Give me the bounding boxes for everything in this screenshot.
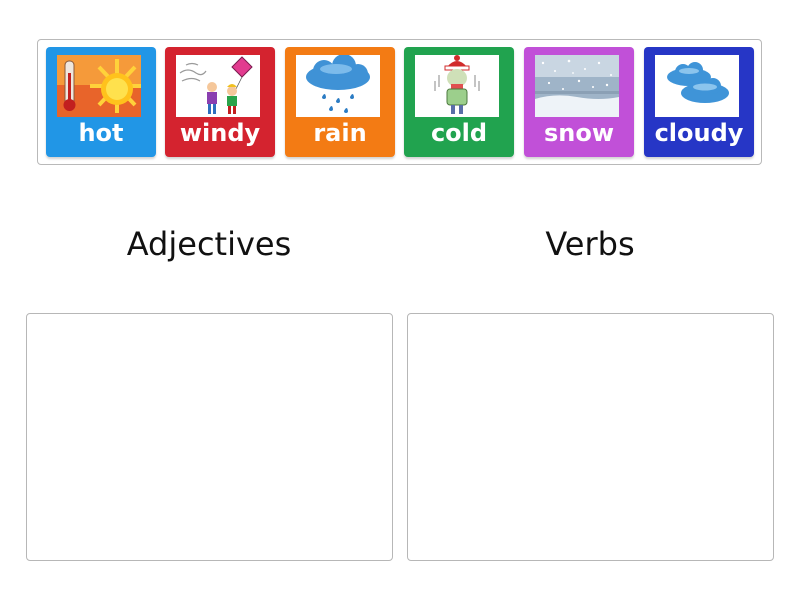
- drop-zone-verbs[interactable]: [407, 313, 774, 561]
- card-label: windy: [179, 119, 261, 147]
- clouds-icon: [655, 55, 739, 117]
- kids-with-kite-icon: [176, 55, 260, 117]
- card-label: hot: [78, 119, 124, 147]
- card-label: cold: [430, 119, 488, 147]
- card-label: snow: [543, 119, 615, 147]
- card-hot[interactable]: hot: [46, 47, 156, 157]
- card-cold[interactable]: cold: [404, 47, 514, 157]
- card-cloudy[interactable]: cloudy: [644, 47, 754, 157]
- shivering-man-icon: [415, 55, 499, 117]
- card-windy[interactable]: windy: [165, 47, 275, 157]
- card-label: rain: [313, 119, 367, 147]
- snowfall-icon: [535, 55, 619, 117]
- card-snow[interactable]: snow: [524, 47, 634, 157]
- group-heading-verbs: Verbs: [545, 225, 635, 263]
- card-rain[interactable]: rain: [285, 47, 395, 157]
- rain-cloud-icon: [296, 55, 380, 117]
- group-heading-adjectives: Adjectives: [126, 225, 292, 263]
- card-label: cloudy: [654, 119, 744, 147]
- sun-thermometer-icon: [57, 55, 141, 117]
- drop-zone-adjectives[interactable]: [26, 313, 393, 561]
